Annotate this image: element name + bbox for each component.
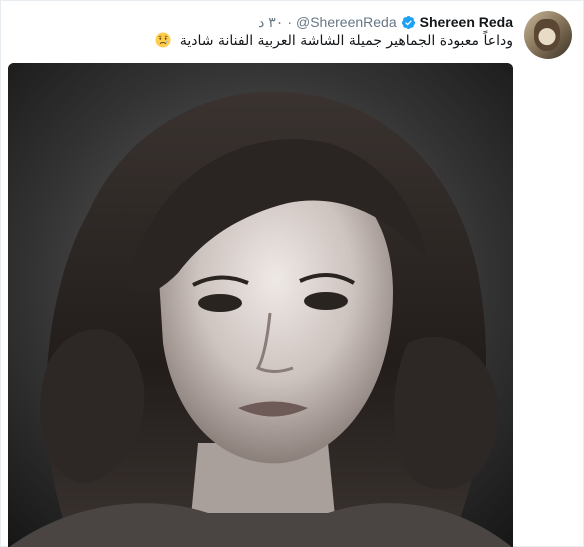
timestamp[interactable]: ٣٠ د [258,14,283,31]
avatar[interactable] [524,11,572,59]
crying-face-emoji-icon [155,32,171,48]
avatar-portrait [534,19,560,51]
portrait-image [8,63,513,547]
tweet-text-row: وداعاً معبودة الجماهير جميلة الشاشة العر… [73,31,513,51]
tweet-text: وداعاً معبودة الجماهير جميلة الشاشة العر… [179,33,513,49]
separator-dot: · [287,14,292,30]
tweet-card[interactable]: Shereen Reda @ShereenReda · ٣٠ د وداعاً … [0,0,584,547]
tweet-photo[interactable] [8,63,513,547]
display-name[interactable]: Shereen Reda [420,14,513,30]
verified-badge-icon [401,15,416,30]
tweet-header: Shereen Reda @ShereenReda · ٣٠ د [258,12,513,32]
handle[interactable]: @ShereenReda [296,14,397,30]
